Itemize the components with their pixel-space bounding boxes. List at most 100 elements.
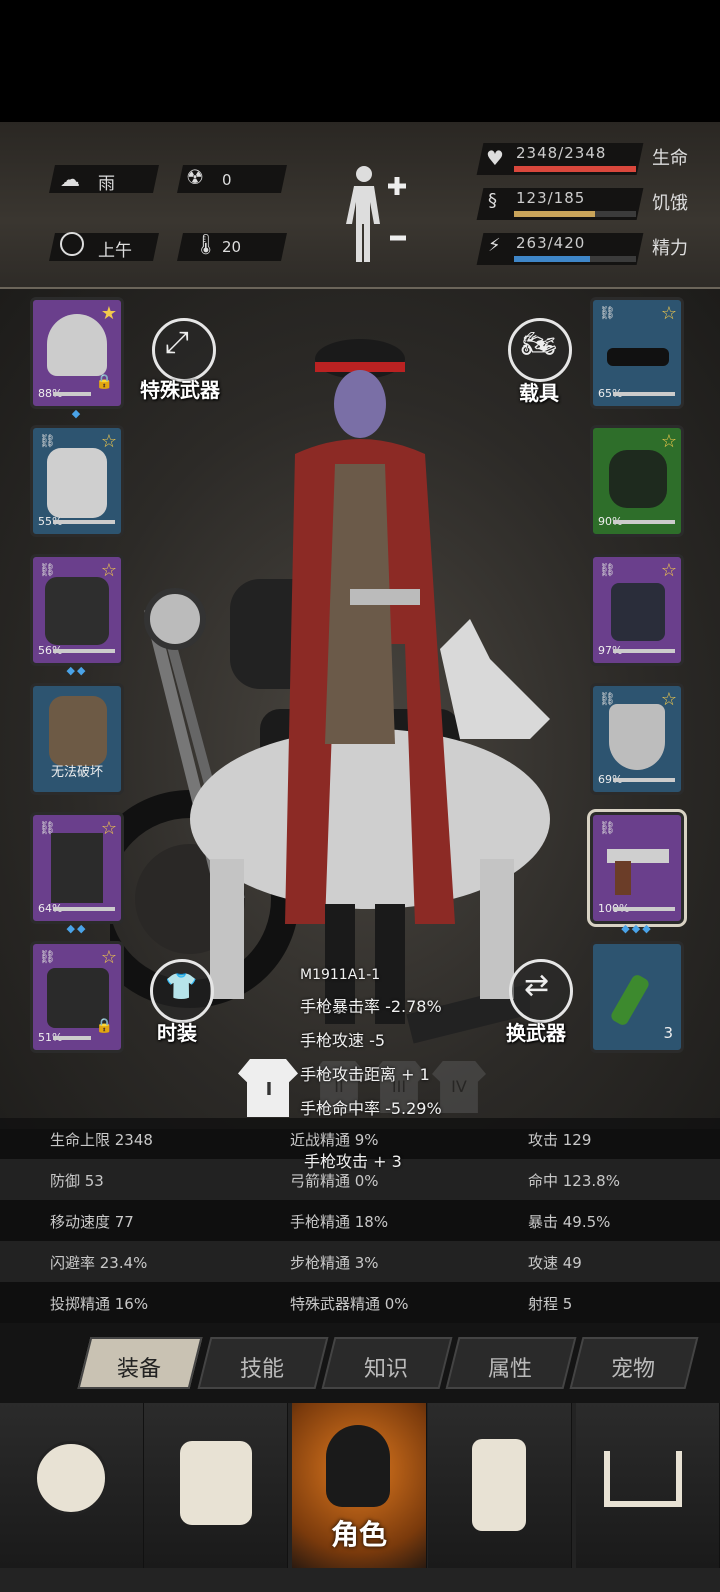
fashion-button[interactable]: 👕 [150,959,214,1023]
vehicle-label[interactable]: 载具 [519,377,559,406]
energy-label: 精力 [652,238,688,259]
gas-mask-icon [609,450,667,508]
radiation-icon: ☢ [186,165,204,189]
star-icon: ☆ [660,560,677,581]
heart-rate-icon: ♥ [486,146,504,170]
swap-weapon-button[interactable]: ⇄ [509,959,573,1023]
durability-bar [613,778,675,782]
health-bar [514,166,636,172]
link-icon: ⛓ [599,306,616,321]
equip-slot-shield[interactable]: ⛓ ☆ 69% [590,683,684,795]
stat-cell: 弓箭精通 0% [290,1172,379,1190]
tab-skills[interactable]: 技能 [197,1337,329,1389]
stat-row: 闪避率 23.4% 步枪精通 3% 攻速 49 [0,1241,720,1282]
tshirt-icon: 👕 [165,972,198,1002]
equip-slot-boots[interactable]: ⛓ ☆ 🔒 51% [30,941,124,1053]
gem-sockets: ◆◆◆ [621,922,653,935]
tooltip-title: M1911A1-1 [300,967,381,983]
equip-slot-backpack[interactable]: 无法破坏 [30,683,124,795]
unbreakable-label: 无法破坏 [50,765,103,780]
health-label: 生命 [652,148,688,169]
stat-cell: 投掷精通 16% [50,1295,149,1313]
molotov-icon [609,972,651,1028]
sunglasses-icon [607,348,669,366]
pants-icon [51,833,103,903]
equip-slot-sunglasses[interactable]: ⛓ ☆ 65% [590,297,684,409]
tooltip-line: 手枪攻击 + 3 [304,1152,402,1171]
tab-label: 属性 [487,1357,533,1382]
equip-slot-gas-mask[interactable]: ☆ 90% [590,425,684,537]
tab-pets[interactable]: 宠物 [569,1337,699,1389]
vitals-panel: ♥ 2348/2348 生命 § 123/185 饥饿 ⚡ 263/420 精力 [476,140,696,270]
walkie-talkie-icon [472,1439,526,1531]
equip-slot-pistol[interactable]: ⛓ 100% ◆◆◆ [587,809,687,935]
stat-cell: 命中 123.8% [528,1172,620,1190]
equip-slot-pants[interactable]: ⛓ ☆ 64% ◆◆ [30,812,124,935]
swap-weapon-label[interactable]: 换武器 [506,1017,566,1046]
energy-bar [514,256,591,262]
body-status-icon[interactable] [340,162,420,267]
character-head-icon [326,1425,390,1507]
special-weapon-label[interactable]: 特殊武器 [140,374,220,403]
equip-slot-throwable[interactable]: 3 [590,941,684,1053]
energy-value: 263/420 [516,234,586,252]
stat-cell: 步枪精通 3% [290,1254,379,1272]
tab-label: 宠物 [610,1357,656,1382]
temperature-value: 20 [222,238,242,256]
equip-slot-jacket[interactable]: ⛓ ☆ 56% ◆◆ [30,554,124,677]
special-weapon-button[interactable]: ⤢ [152,318,216,382]
link-icon: ⛓ [599,821,616,836]
tooltip-line: 手枪攻速 -5 [300,1031,386,1050]
equip-slot-shirt[interactable]: ⛓ ☆ 55% [30,425,124,537]
nav-shop[interactable] [576,1403,720,1568]
thermometer-icon: 🌡 [193,232,219,256]
nav-inventory[interactable] [144,1403,288,1568]
tab-knowledge[interactable]: 知识 [321,1337,453,1389]
nav-radio[interactable] [428,1403,572,1568]
jacket-icon [45,577,109,645]
tab-label: 技能 [239,1357,285,1382]
star-icon: ☆ [660,431,677,452]
nav-character-label: 角色 [330,1518,387,1551]
status-header: ☁ 雨 ☢ 0 上午 🌡 20 ♥ 2348/2348 生命 § 123/185… [0,122,720,289]
link-icon: ⛓ [39,434,56,449]
attribute-table: 生命上限 2348 近战精通 9% 攻击 129 防御 53 弓箭精通 0% 命… [0,1118,720,1323]
durability-bar [613,907,675,911]
stat-cell: 防御 53 [50,1172,104,1190]
hunger-label: 饥饿 [652,193,688,214]
durability-bar [613,392,675,396]
radiation-value: 0 [222,171,232,189]
police-helmet-icon [47,314,107,376]
stat-cell: 射程 5 [528,1295,573,1313]
tab-equipment[interactable]: 装备 [77,1337,203,1389]
equip-slot-vest[interactable]: ⛓ ☆ 97% [590,554,684,666]
link-icon: ⛓ [39,950,56,965]
tab-label: 装备 [116,1357,162,1382]
fashion-label[interactable]: 时装 [157,1017,197,1046]
tooltip-line: 手枪攻击距离 + 1 [300,1065,430,1084]
nav-character[interactable]: 角色 [292,1403,427,1568]
shield-icon [609,704,665,770]
vehicle-button[interactable]: 🏍 [508,318,572,382]
outfit-slot-1[interactable]: I [238,1059,300,1119]
stomach-icon: § [488,190,497,211]
stat-cell: 近战精通 9% [290,1131,379,1149]
link-icon: ⛓ [39,563,56,578]
globe-icon [34,1441,108,1515]
tab-attributes[interactable]: 属性 [445,1337,577,1389]
star-icon: ☆ [100,818,117,839]
gem-sockets: ◆ [71,407,83,420]
stat-row: 投掷精通 16% 特殊武器精通 0% 射程 5 [0,1282,720,1323]
time-label: 上午 [98,241,132,261]
backpack-icon [180,1441,252,1525]
nav-world-map[interactable] [0,1403,144,1568]
stat-cell: 闪避率 23.4% [50,1254,148,1272]
bottom-navigation: 角色 [0,1403,720,1592]
durability-bar [53,1036,91,1040]
star-icon: ☆ [100,431,117,452]
equip-slot-helmet[interactable]: ★ 🔒 88% ◆ [30,297,124,420]
motorcycle-icon: 🏍 [521,327,557,360]
character-scene: ★ 🔒 88% ◆ ⛓ ☆ 55% ⛓ ☆ 56% ◆◆ 无法破坏 ⛓ ☆ 64… [0,289,720,1129]
weather-label: 雨 [98,174,115,194]
tooltip-line: 手枪命中率 -5.29% [300,1099,442,1118]
